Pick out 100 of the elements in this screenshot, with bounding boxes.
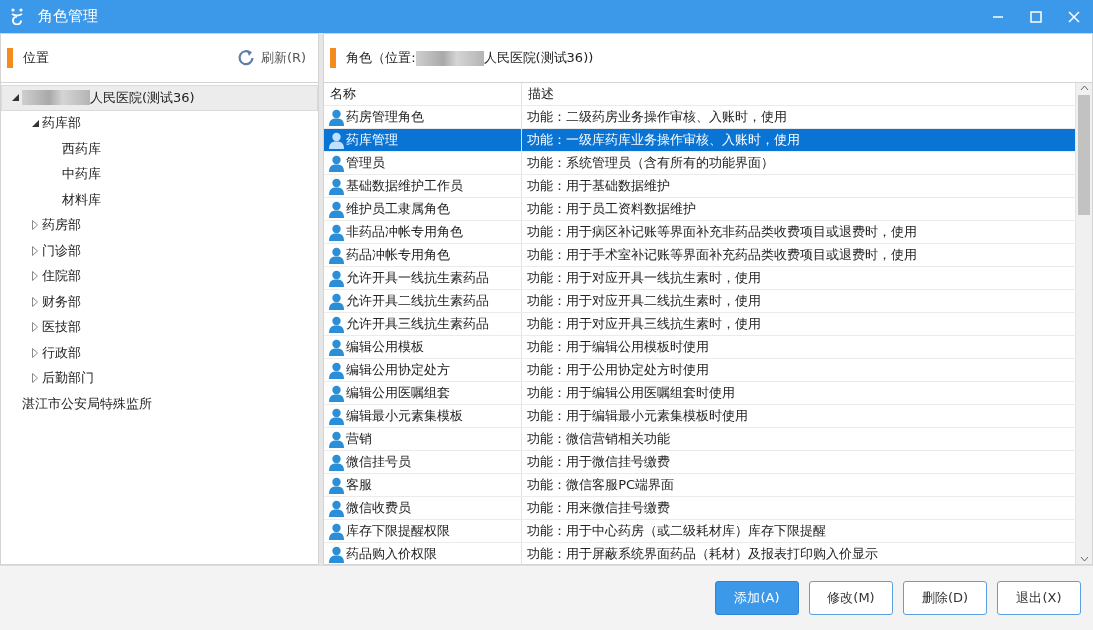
table-row[interactable]: 营销 功能：微信营销相关功能 — [324, 428, 1076, 451]
person-icon — [329, 108, 345, 126]
person-icon — [329, 407, 345, 425]
scroll-thumb[interactable] — [1078, 95, 1090, 215]
role-name: 允许开具一线抗生素药品 — [346, 269, 490, 287]
action-button[interactable]: 修改(M) — [809, 581, 893, 615]
tree-item[interactable]: 材料库 — [1, 187, 319, 213]
role-name: 编辑公用模板 — [346, 338, 425, 356]
panel-title: 位置 — [23, 49, 49, 67]
person-icon — [329, 338, 345, 356]
tree-label: 人民医院(测试36) — [90, 88, 195, 107]
person-icon — [329, 476, 345, 494]
person-icon — [329, 292, 345, 310]
role-name: 药品购入价权限 — [346, 545, 438, 563]
tree-item[interactable]: 行政部 — [1, 340, 319, 366]
column-header[interactable]: 名称 — [324, 83, 523, 105]
scroll-up-icon[interactable] — [1079, 83, 1089, 93]
expanded-icon[interactable] — [31, 119, 39, 127]
tree-label: 药房部 — [42, 216, 81, 235]
person-icon — [329, 384, 345, 402]
table-row[interactable]: 允许开具三线抗生素药品 功能：用于对应开具三线抗生素时，使用 — [324, 313, 1076, 336]
table-row[interactable]: 药库管理 功能：一级库药库业务操作审核、入账时，使用 — [324, 129, 1076, 152]
tree-label: 行政部 — [42, 343, 81, 362]
role-name: 库存下限提醒权限 — [346, 522, 451, 540]
tree-label: 中药库 — [62, 165, 101, 184]
collapsed-icon[interactable] — [32, 245, 38, 256]
collapsed-icon[interactable] — [32, 271, 38, 282]
accent-bar — [330, 48, 337, 68]
table-row[interactable]: 非药品冲帐专用角色 功能：用于病区补记账等界面补充非药品类收费项目或退费时，使用 — [324, 221, 1076, 244]
person-icon — [329, 177, 345, 195]
tree-item[interactable]: 西药库 — [1, 136, 319, 162]
tree-label: 医技部 — [42, 318, 81, 337]
table-row[interactable]: 允许开具一线抗生素药品 功能：用于对应开具一线抗生素时，使用 — [324, 267, 1076, 290]
table-row[interactable]: 客服 功能：微信客服PC端界面 — [324, 474, 1076, 497]
person-icon — [329, 315, 345, 333]
collapsed-icon[interactable] — [32, 296, 38, 307]
role-name: 允许开具二线抗生素药品 — [346, 292, 490, 310]
collapsed-icon[interactable] — [32, 347, 38, 358]
person-icon — [329, 522, 345, 540]
person-icon — [329, 545, 345, 563]
panel-title: 角色（位置: — [346, 49, 416, 67]
tree-label: 门诊部 — [42, 241, 81, 260]
tree-item[interactable]: 住院部 — [1, 263, 319, 289]
role-name: 编辑公用医嘱组套 — [346, 384, 451, 402]
table-row[interactable]: 微信收费员 功能：用来微信挂号缴费 — [324, 497, 1076, 520]
role-name: 微信挂号员 — [346, 453, 412, 471]
tree-label: 药库部 — [42, 114, 81, 133]
table-row[interactable]: 维护员工隶属角色 功能：用于员工资料数据维护 — [324, 198, 1076, 221]
person-icon — [329, 453, 345, 471]
collapsed-icon[interactable] — [32, 373, 38, 384]
role-name: 药库管理 — [346, 131, 399, 149]
collapsed-icon[interactable] — [32, 322, 38, 333]
tree-item[interactable]: 中药库 — [1, 161, 319, 187]
table-row[interactable]: 编辑最小元素集模板 功能：用于编辑最小元素集模板时使用 — [324, 405, 1076, 428]
close-icon — [1068, 10, 1080, 23]
table-row[interactable]: 药品购入价权限 功能：用于屏蔽系统界面药品（耗材）及报表打印购入价显示 — [324, 543, 1076, 564]
tree-item[interactable]: 药库部 — [1, 110, 319, 136]
tree-item[interactable]: 财务部 — [1, 289, 319, 315]
table-row[interactable]: 基础数据维护工作员 功能：用于基础数据维护 — [324, 175, 1076, 198]
role-name: 编辑公用协定处方 — [346, 361, 451, 379]
role-name: 营销 — [346, 430, 373, 448]
scroll-down-icon[interactable] — [1079, 554, 1089, 564]
person-icon — [329, 499, 345, 517]
redacted-text — [415, 50, 484, 66]
action-button[interactable]: 删除(D) — [903, 581, 987, 615]
table-row[interactable]: 编辑公用模板 功能：用于编辑公用模板时使用 — [324, 336, 1076, 359]
role-name: 基础数据维护工作员 — [346, 177, 464, 195]
window-title: 角色管理 — [38, 7, 99, 26]
scrollbar[interactable] — [1076, 83, 1092, 564]
table-row[interactable]: 药品冲帐专用角色 功能：用于手术室补记账等界面补充药品类收费项目或退费时，使用 — [324, 244, 1076, 267]
collapsed-icon[interactable] — [32, 220, 38, 231]
tree-item[interactable]: 药房部 — [1, 212, 319, 238]
role-name: 管理员 — [346, 154, 386, 172]
refresh-button[interactable]: 刷新(R) — [232, 49, 311, 67]
tree-item[interactable]: 后勤部门 — [1, 365, 319, 391]
person-icon — [329, 430, 345, 448]
table-row[interactable]: 允许开具二线抗生素药品 功能：用于对应开具二线抗生素时，使用 — [324, 290, 1076, 313]
role-name: 允许开具三线抗生素药品 — [346, 315, 490, 333]
tree-item[interactable]: 湛江市公安局特殊监所 — [1, 391, 319, 417]
tree-label: 后勤部门 — [42, 369, 94, 388]
person-icon — [329, 246, 345, 264]
tree-item[interactable]: 人民医院(测试36) — [1, 85, 319, 111]
person-icon — [329, 200, 345, 218]
table-row[interactable]: 管理员 功能：系统管理员（含有所有的功能界面） — [324, 152, 1076, 175]
role-name: 微信收费员 — [346, 499, 412, 517]
person-icon — [329, 154, 345, 172]
table-row[interactable]: 微信挂号员 功能：用于微信挂号缴费 — [324, 451, 1076, 474]
app-logo-icon — [10, 8, 24, 25]
role-name: 客服 — [346, 476, 373, 494]
tree-label: 材料库 — [62, 190, 101, 209]
table-row[interactable]: 编辑公用医嘱组套 功能：用于编辑公用医嘱组套时使用 — [324, 382, 1076, 405]
table-row[interactable]: 编辑公用协定处方 功能：用于公用协定处方时使用 — [324, 359, 1076, 382]
tree-item[interactable]: 门诊部 — [1, 238, 319, 264]
role-name: 药房管理角色 — [346, 108, 425, 126]
accent-bar — [7, 48, 13, 68]
panel-title: 人民医院(测试36)) — [483, 49, 594, 67]
expanded-icon[interactable] — [11, 94, 19, 102]
table-row[interactable]: 库存下限提醒权限 功能：用于中心药房（或二级耗材库）库存下限提醒 — [324, 520, 1076, 543]
tree-item[interactable]: 医技部 — [1, 314, 319, 340]
action-button[interactable]: 退出(X) — [997, 581, 1081, 615]
